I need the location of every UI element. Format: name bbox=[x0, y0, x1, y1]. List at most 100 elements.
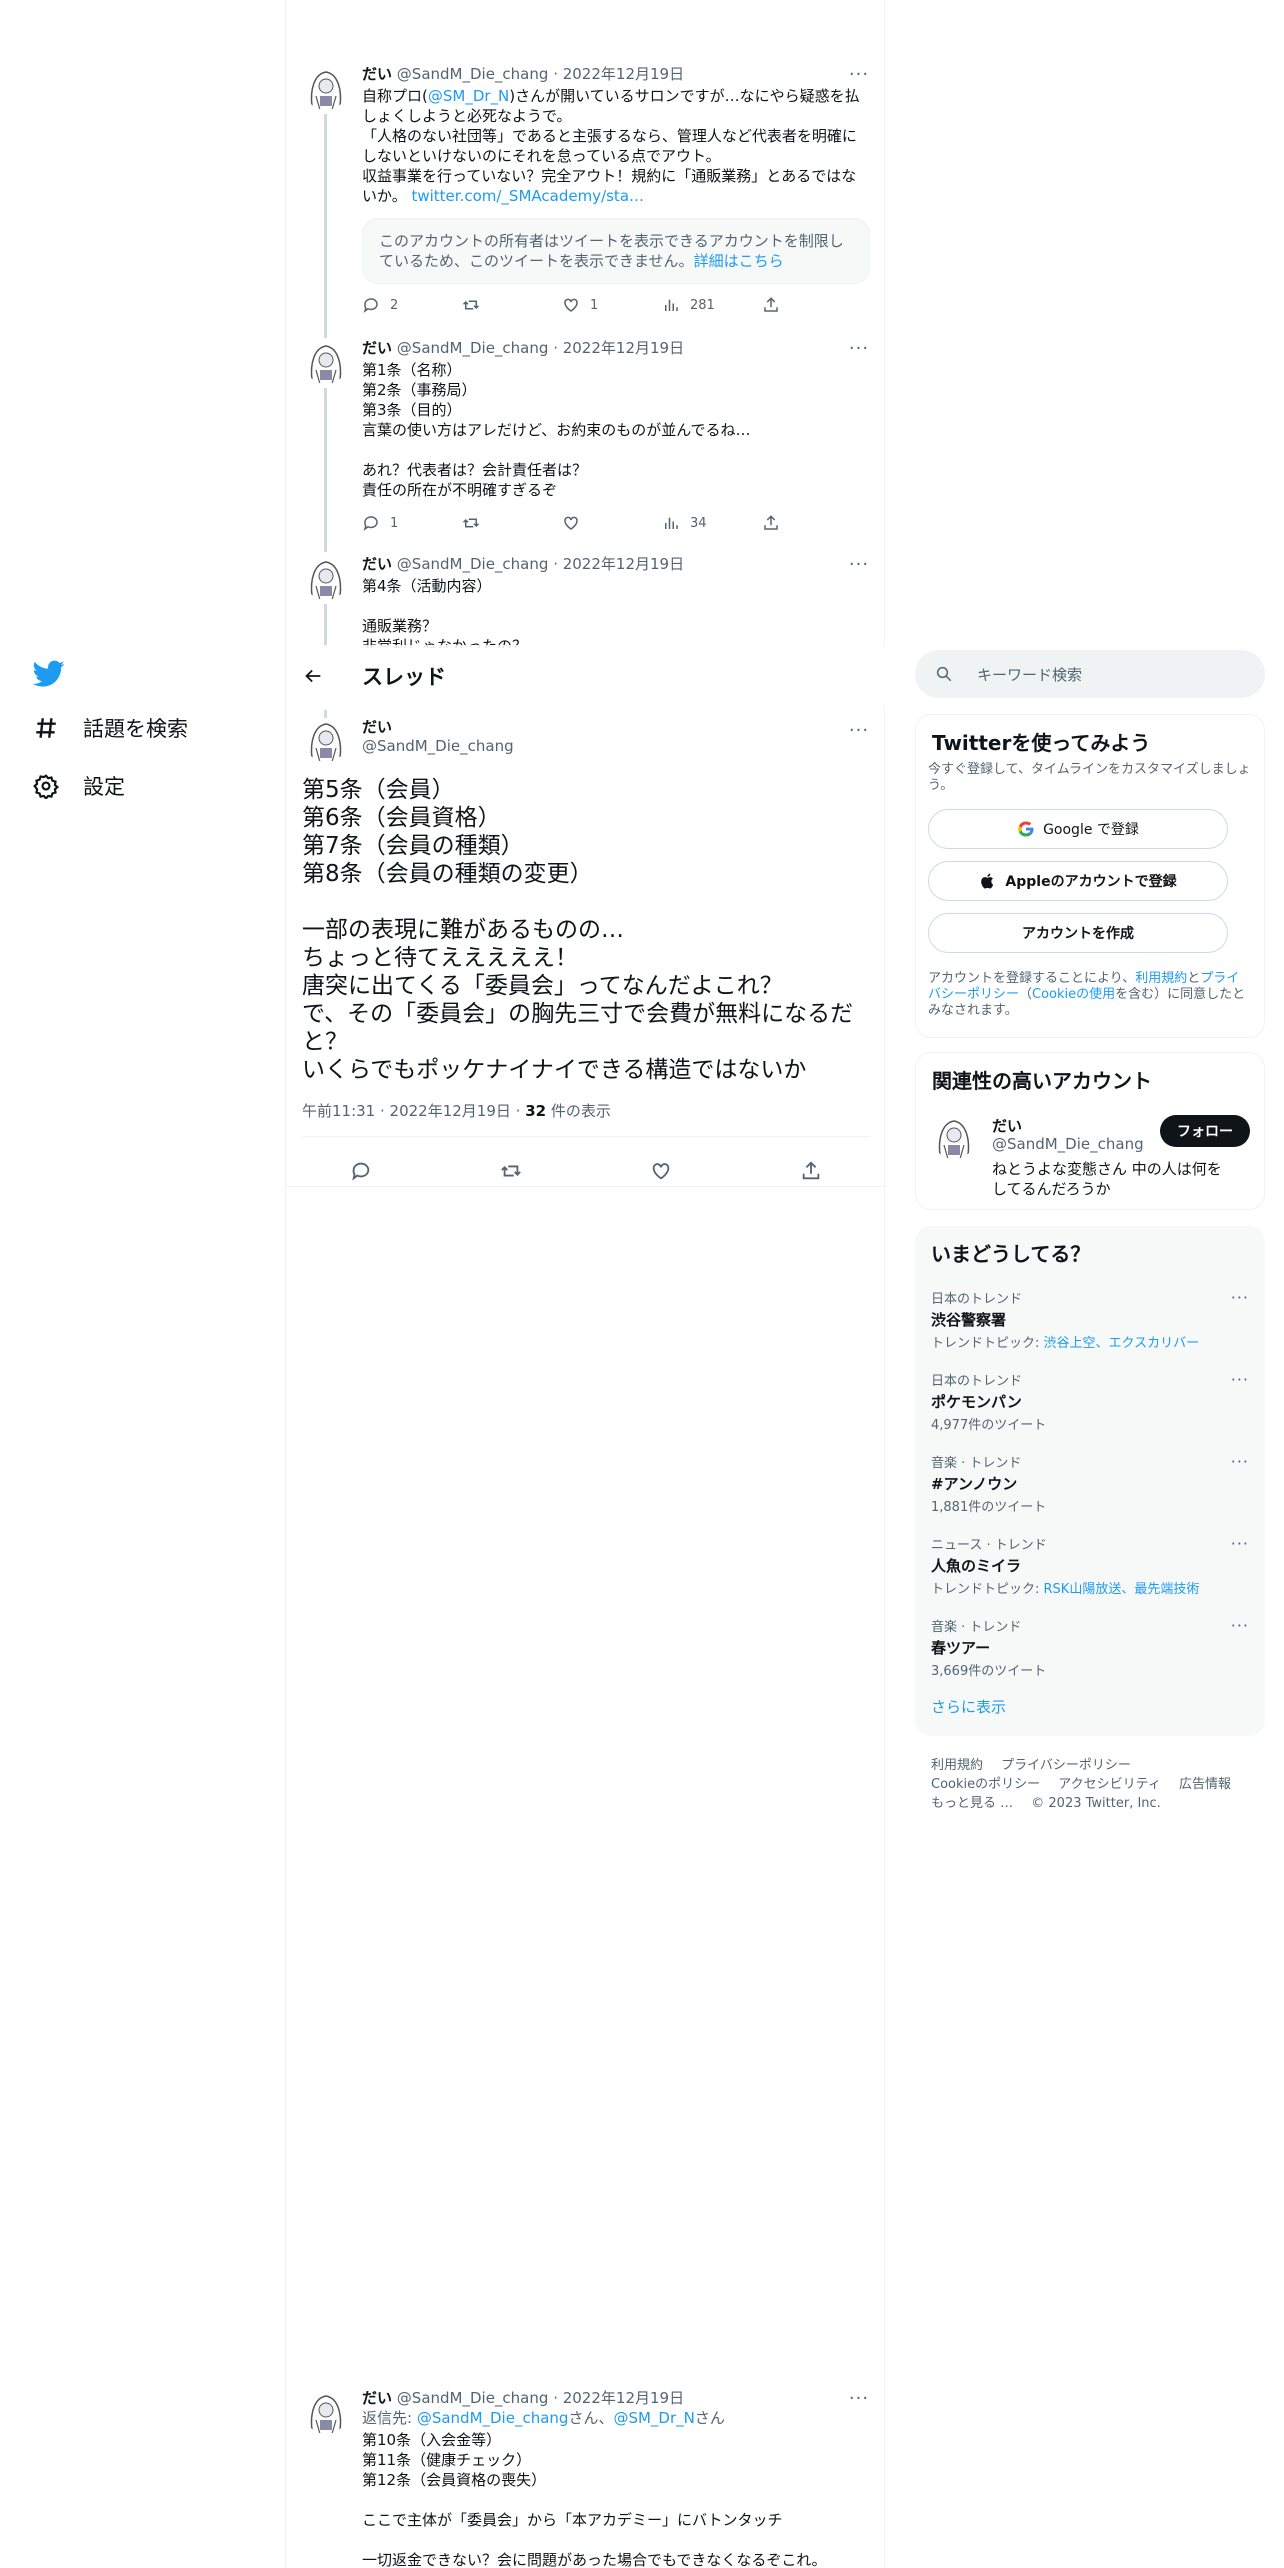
create-account-button[interactable]: アカウントを作成 bbox=[928, 913, 1228, 953]
footer-more-link[interactable]: もっと見る … bbox=[931, 1796, 1013, 1811]
apple-signup-button[interactable]: Appleのアカウントで登録 bbox=[928, 861, 1228, 901]
avatar-illustration bbox=[304, 2390, 348, 2434]
trend-item[interactable]: 日本のトレンド ポケモンパン 4,977件のツイート ··· bbox=[931, 1370, 1249, 1433]
nav-settings[interactable]: 設定 bbox=[33, 766, 125, 806]
tweet-date[interactable]: · 2022年12月19日 bbox=[553, 65, 684, 83]
more-options-icon[interactable]: ··· bbox=[848, 340, 870, 364]
trend-item[interactable]: 日本のトレンド 渋谷警察署 トレンドトピック: 渋谷上空、エクスカリバー ··· bbox=[931, 1288, 1249, 1351]
restricted-quote-card: このアカウントの所有者はツイートを表示できるアカウントを制限しているため、このツ… bbox=[362, 218, 870, 284]
views-button[interactable]: 34 bbox=[662, 514, 748, 532]
related-accounts-panel: 関連性の高いアカウント だい @SandM_Die_chang ねとうよな変態さ… bbox=[915, 1052, 1265, 1210]
avatar[interactable] bbox=[304, 340, 348, 384]
like-button[interactable]: 1 bbox=[562, 296, 648, 314]
more-options-icon[interactable]: ··· bbox=[1231, 1452, 1249, 1471]
heart-icon[interactable] bbox=[650, 1160, 672, 1182]
mention-link[interactable]: @SandM_Die_chang bbox=[417, 2409, 569, 2427]
reply-button[interactable]: 2 bbox=[362, 296, 448, 314]
nav-explore[interactable]: 話題を検索 bbox=[33, 708, 188, 748]
thread-tweet[interactable]: だい @SandM_Die_chang · 2022年12月19日 第4条（活動… bbox=[286, 552, 886, 648]
footer-terms-link[interactable]: 利用規約 bbox=[931, 1758, 983, 1773]
account-name[interactable]: だい bbox=[992, 1115, 1022, 1136]
search-icon bbox=[936, 666, 952, 682]
trend-item[interactable]: 音楽 · トレンド 春ツアー 3,669件のツイート ··· bbox=[931, 1616, 1249, 1679]
author-name[interactable]: だい bbox=[362, 65, 392, 83]
reply-tweet[interactable]: だい @SandM_Die_chang · 2022年12月19日 返信先: @… bbox=[286, 2380, 886, 2568]
show-more-link[interactable]: さらに表示 bbox=[931, 1696, 1006, 1717]
tweet-metadata: 午前11:31 · 2022年12月19日 · 32 件の表示 bbox=[302, 1100, 611, 1121]
url-link[interactable]: twitter.com/_SMAcademy/sta… bbox=[411, 187, 644, 205]
avatar[interactable] bbox=[304, 66, 348, 110]
avatar[interactable] bbox=[304, 2390, 348, 2434]
retweet-button[interactable] bbox=[462, 514, 548, 532]
search-input[interactable]: キーワード検索 bbox=[977, 664, 1082, 685]
thread-connector bbox=[324, 388, 327, 552]
more-options-icon[interactable]: ··· bbox=[1231, 1370, 1249, 1389]
author-handle[interactable]: @SandM_Die_chang bbox=[397, 555, 549, 573]
retweet-icon[interactable] bbox=[500, 1160, 522, 1182]
tweet-date[interactable]: · 2022年12月19日 bbox=[553, 2389, 684, 2407]
follow-button[interactable]: フォロー bbox=[1160, 1115, 1250, 1147]
analytics-icon bbox=[665, 517, 678, 529]
view-count: 34 bbox=[690, 515, 707, 531]
mention-link[interactable]: @SM_Dr_N bbox=[613, 2409, 694, 2427]
share-icon bbox=[764, 297, 778, 312]
trend-item[interactable]: ニュース · トレンド 人魚のミイラ トレンドトピック: RSK山陽放送、最先端… bbox=[931, 1534, 1249, 1597]
retweet-icon bbox=[462, 300, 480, 310]
reply-icon[interactable] bbox=[350, 1160, 372, 1182]
share-icon[interactable] bbox=[800, 1160, 822, 1182]
trend-category: 日本のトレンド bbox=[931, 1292, 1023, 1307]
author-handle[interactable]: @SandM_Die_chang bbox=[397, 65, 549, 83]
trend-topic-link[interactable]: RSK山陽放送、最先端技術 bbox=[1044, 1582, 1200, 1597]
trend-item[interactable]: 音楽 · トレンド #アンノウン 1,881件のツイート ··· bbox=[931, 1452, 1249, 1515]
more-options-icon[interactable]: ··· bbox=[1231, 1534, 1249, 1553]
like-count: 1 bbox=[590, 297, 599, 313]
share-button[interactable] bbox=[762, 296, 792, 314]
footer-privacy-link[interactable]: プライバシーポリシー bbox=[1001, 1758, 1131, 1773]
terms-link[interactable]: 利用規約 bbox=[1135, 971, 1187, 986]
author-handle[interactable]: @SandM_Die_chang bbox=[397, 2389, 549, 2407]
center-column: だい @SandM_Die_chang · 2022年12月19日 自称プロ(@… bbox=[285, 0, 886, 2568]
reply-button[interactable]: 1 bbox=[362, 514, 448, 532]
author-name[interactable]: だい bbox=[362, 2389, 392, 2407]
more-options-icon[interactable]: ··· bbox=[848, 2390, 870, 2414]
more-options-icon[interactable]: ··· bbox=[848, 556, 870, 580]
thread-tweet[interactable]: だい @SandM_Die_chang · 2022年12月19日 第1条（名称… bbox=[286, 336, 886, 552]
tweet-timestamp[interactable]: 午前11:31 · 2022年12月19日 · bbox=[302, 1102, 525, 1120]
account-handle[interactable]: @SandM_Die_chang bbox=[992, 1135, 1144, 1153]
retweet-button[interactable] bbox=[462, 296, 548, 314]
author-handle[interactable]: @SandM_Die_chang bbox=[397, 339, 549, 357]
avatar[interactable] bbox=[932, 1115, 976, 1159]
avatar[interactable] bbox=[304, 556, 348, 600]
search-box[interactable]: キーワード検索 bbox=[915, 650, 1265, 698]
tweet-actions bbox=[286, 1146, 886, 1196]
like-button[interactable] bbox=[562, 514, 648, 532]
back-arrow-icon[interactable] bbox=[302, 665, 324, 687]
trend-tweet-count: 4,977件のツイート bbox=[931, 1418, 1047, 1433]
cookie-link[interactable]: Cookieの使用 bbox=[1032, 987, 1115, 1002]
google-signup-button[interactable]: Google で登録 bbox=[928, 809, 1228, 849]
hashtag-icon bbox=[36, 718, 56, 738]
signup-description: 今すぐ登録して、タイムラインをカスタマイズしましょう。 bbox=[928, 762, 1251, 793]
more-options-icon[interactable]: ··· bbox=[848, 722, 870, 746]
footer-accessibility-link[interactable]: アクセシビリティ bbox=[1058, 1777, 1161, 1792]
tweet-date[interactable]: · 2022年12月19日 bbox=[553, 339, 684, 357]
page-title: スレッド bbox=[362, 665, 446, 689]
tweet-date[interactable]: · 2022年12月19日 bbox=[553, 555, 684, 573]
share-button[interactable] bbox=[762, 514, 792, 532]
trend-topic-link[interactable]: 渋谷上空、エクスカリバー bbox=[1044, 1336, 1200, 1351]
author-name[interactable]: だい bbox=[362, 339, 392, 357]
author-name[interactable]: だい bbox=[362, 716, 514, 737]
learn-more-link[interactable]: 詳細はこちら bbox=[694, 252, 784, 270]
footer-cookie-link[interactable]: Cookieのポリシー bbox=[931, 1777, 1040, 1792]
more-options-icon[interactable]: ··· bbox=[848, 66, 870, 90]
avatar[interactable] bbox=[304, 718, 348, 762]
author-handle[interactable]: @SandM_Die_chang bbox=[362, 737, 514, 755]
thread-tweet[interactable]: だい @SandM_Die_chang · 2022年12月19日 自称プロ(@… bbox=[286, 60, 886, 338]
more-options-icon[interactable]: ··· bbox=[1231, 1616, 1249, 1635]
twitter-logo-icon[interactable] bbox=[33, 660, 65, 688]
footer-ads-link[interactable]: 広告情報 bbox=[1179, 1777, 1231, 1792]
mention-link[interactable]: @SM_Dr_N bbox=[428, 87, 509, 105]
author-name[interactable]: だい bbox=[362, 555, 392, 573]
views-button[interactable]: 281 bbox=[662, 296, 748, 314]
more-options-icon[interactable]: ··· bbox=[1231, 1288, 1249, 1307]
